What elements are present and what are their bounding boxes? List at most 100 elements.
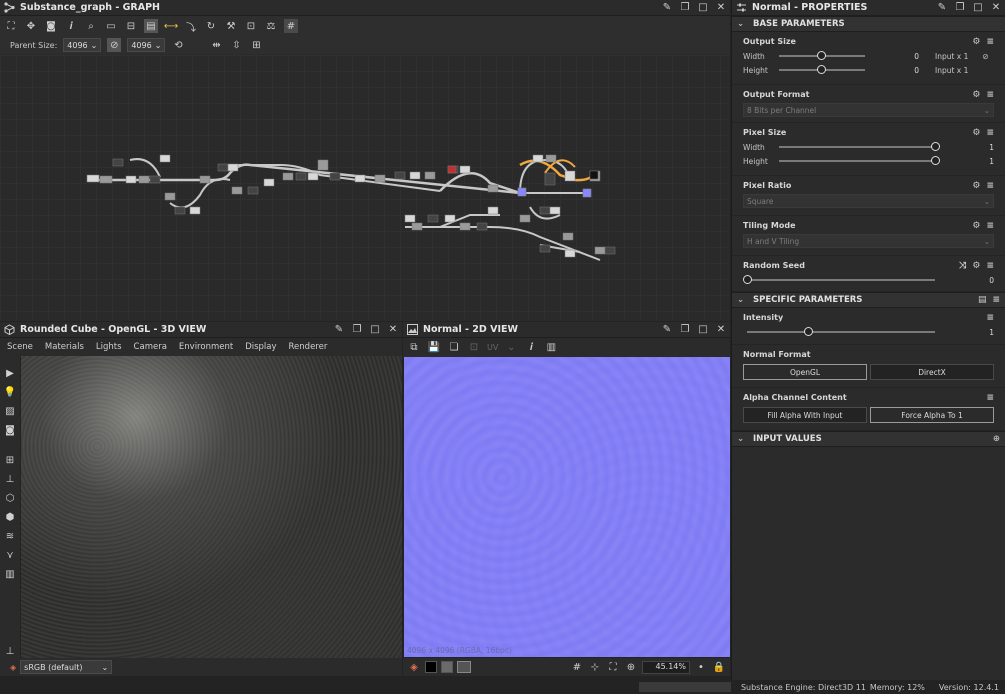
dot-icon[interactable]: • (694, 660, 708, 674)
axis-icon[interactable]: ⊥ (3, 472, 17, 486)
menu-materials[interactable]: Materials (45, 342, 84, 352)
menu-icon[interactable]: ≡ (986, 313, 994, 323)
graph-link[interactable] (129, 158, 161, 178)
gray-swatch[interactable] (441, 661, 453, 673)
force-alpha-button[interactable]: Force Alpha To 1 (870, 407, 994, 423)
close-icon[interactable]: ✕ (991, 2, 1001, 13)
grid-icon[interactable]: # (284, 19, 298, 33)
view2d-viewport[interactable]: 4096 x 4096 (RGBA, 16bpc) (404, 357, 730, 657)
pin-icon[interactable]: ✎ (937, 2, 947, 13)
pixel-ratio-dropdown[interactable]: Square ⌄ (743, 194, 994, 208)
grid-icon[interactable]: # (570, 660, 584, 674)
output-format-dropdown[interactable]: 8 Bits per Channel ⌄ (743, 103, 994, 117)
graph-node[interactable] (199, 175, 211, 184)
connect-icon[interactable]: ⟷ (164, 19, 178, 33)
graph-node[interactable] (295, 172, 307, 181)
pin-icon[interactable]: ✎ (662, 324, 672, 335)
light-bulb-icon[interactable]: 💡 (3, 385, 17, 399)
graph-node[interactable] (174, 206, 186, 215)
inherit-icon[interactable]: ⚙ (972, 90, 980, 100)
reset-icon[interactable]: ⟲ (171, 38, 185, 52)
graph-node[interactable] (329, 172, 341, 181)
menu-icon[interactable]: ≡ (986, 261, 994, 271)
graph-node[interactable] (444, 214, 456, 223)
inherit-icon[interactable]: ⚙ (972, 128, 980, 138)
graph-node[interactable] (227, 163, 239, 172)
plane-icon[interactable]: ⊞ (3, 453, 17, 467)
graph-node[interactable] (247, 186, 259, 195)
graph-node[interactable] (604, 246, 616, 255)
fit-icon[interactable]: ⧉ (407, 340, 421, 354)
graph-node[interactable] (263, 178, 275, 187)
graph-node[interactable] (86, 174, 100, 183)
input-values-header[interactable]: ⌄ INPUT VALUES ⊕ (732, 431, 1005, 447)
graph-node[interactable] (459, 222, 471, 231)
inherit-icon[interactable]: ⚙ (972, 181, 980, 191)
slider-knob[interactable] (931, 156, 940, 165)
output-width-slider[interactable] (779, 51, 865, 60)
float-icon[interactable]: ❐ (680, 2, 690, 13)
graph-node[interactable] (409, 171, 421, 180)
maximize-icon[interactable]: □ (698, 324, 708, 335)
graph-node[interactable] (487, 184, 499, 193)
graph-node[interactable] (231, 186, 243, 195)
menu-icon[interactable]: ≡ (986, 37, 994, 47)
save-icon[interactable]: 💾 (427, 340, 441, 354)
menu-renderer[interactable]: Renderer (289, 342, 328, 352)
graph-node[interactable] (544, 172, 556, 186)
graph-node[interactable] (138, 175, 150, 184)
ground-icon[interactable]: ⊥ (3, 644, 17, 658)
black-swatch[interactable] (425, 661, 437, 673)
specific-parameters-header[interactable]: ⌄ SPECIFIC PARAMETERS ▤ ≡ (732, 292, 1005, 308)
node-graph[interactable] (0, 55, 729, 320)
screenshot-icon[interactable]: ◙ (3, 423, 17, 437)
graph-node[interactable] (589, 170, 599, 180)
zoom-field[interactable]: 45.14% (642, 660, 690, 674)
camera-icon[interactable]: ◙ (44, 19, 58, 33)
graph-node[interactable] (354, 174, 366, 183)
close-icon[interactable]: ✕ (716, 2, 726, 13)
graph-node[interactable] (582, 188, 592, 198)
view3d-viewport[interactable] (21, 356, 402, 658)
menu-icon[interactable]: ≡ (986, 393, 994, 403)
fit-icon[interactable]: ⛶ (606, 660, 620, 674)
float-icon[interactable]: ❐ (955, 2, 965, 13)
graph-node[interactable] (539, 206, 551, 215)
colorspace-select[interactable]: sRGB (default) ⌄ (20, 660, 113, 674)
size-width-select[interactable]: 4096 ⌄ (63, 38, 102, 52)
inherit-icon[interactable]: ⚙ (972, 37, 980, 47)
export-icon[interactable]: ⊡ (467, 340, 481, 354)
menu-icon[interactable]: ≡ (992, 295, 1000, 305)
graph-node[interactable] (404, 214, 416, 223)
rgb-swatch[interactable] (457, 661, 471, 673)
info-icon[interactable]: 𝒊 (524, 340, 538, 354)
graph-link[interactable] (169, 178, 231, 209)
size-height-select[interactable]: 4096 ⌄ (127, 38, 166, 52)
graph-node[interactable] (317, 159, 329, 171)
graph-node[interactable] (112, 158, 124, 167)
slider-knob[interactable] (817, 65, 826, 74)
fill-alpha-button[interactable]: Fill Alpha With Input (743, 407, 867, 423)
branch-icon[interactable]: ⤵ (184, 19, 198, 34)
pin-icon[interactable]: ✎ (334, 324, 344, 335)
cube-outline-icon[interactable]: ⬢ (3, 510, 17, 524)
pixel-width-slider[interactable] (779, 142, 940, 151)
menu-lights[interactable]: Lights (96, 342, 122, 352)
tools-icon[interactable]: ⚒ (224, 19, 238, 33)
histogram-icon[interactable]: ▥ (544, 340, 558, 354)
comment-icon[interactable]: ▤ (144, 19, 158, 33)
graph-node[interactable] (564, 170, 576, 182)
slider-knob[interactable] (743, 275, 752, 284)
menu-icon[interactable]: ≡ (986, 181, 994, 191)
graph-node[interactable] (594, 246, 606, 255)
align-vertical-icon[interactable]: ⇳ (229, 38, 243, 52)
menu-scene[interactable]: Scene (7, 342, 33, 352)
graph-node[interactable] (545, 154, 557, 163)
layers-icon[interactable]: ≋ (3, 529, 17, 543)
inherit-icon[interactable]: ⚙ (972, 221, 980, 231)
tiling-mode-dropdown[interactable]: H and V Tiling ⌄ (743, 234, 994, 248)
link-icon[interactable]: ⊘ (982, 52, 988, 61)
output-height-slider[interactable] (779, 65, 865, 74)
float-icon[interactable]: ❐ (352, 324, 362, 335)
opengl-button[interactable]: OpenGL (743, 364, 867, 380)
